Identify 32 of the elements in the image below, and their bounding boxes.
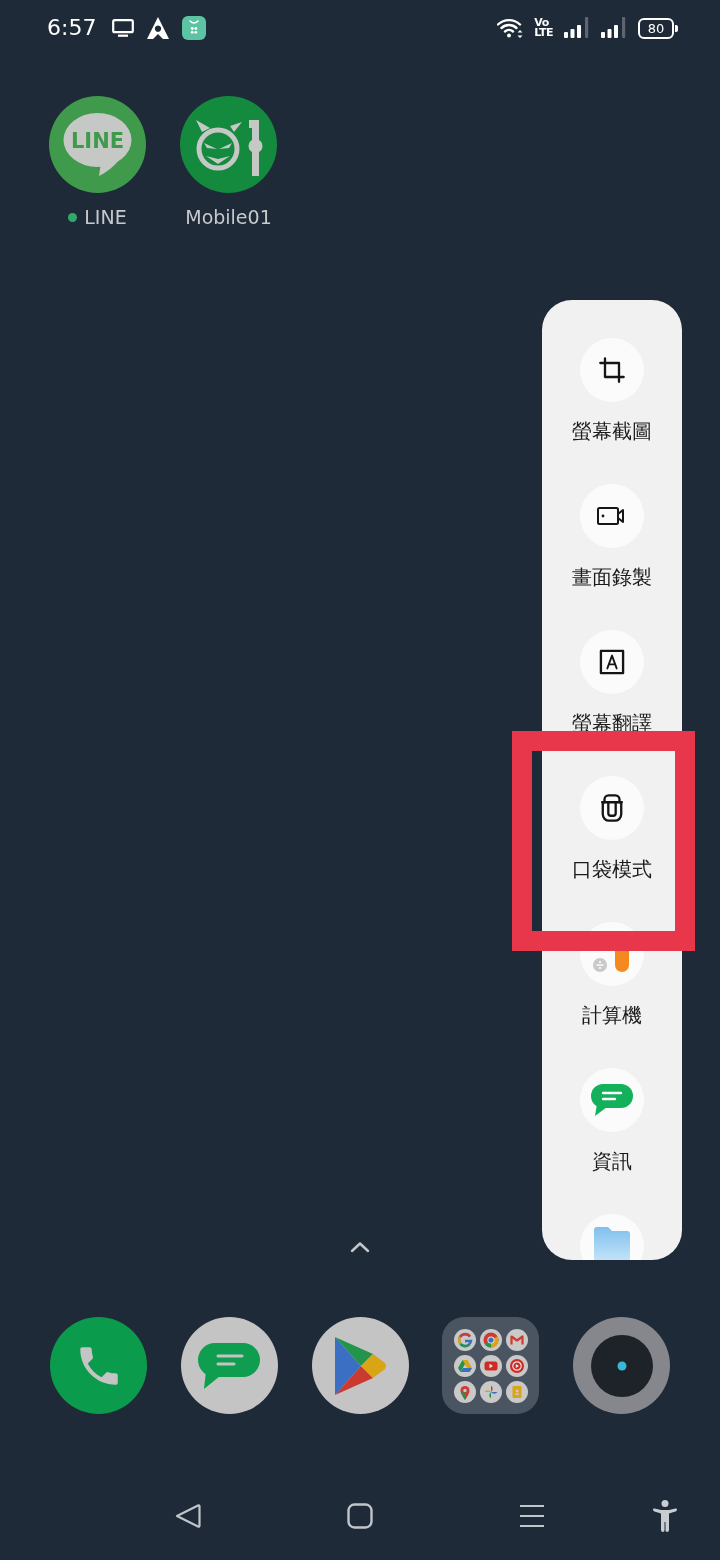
accessibility-icon[interactable] [652,1500,678,1532]
panel-item[interactable]: 螢幕截圖 [572,338,652,444]
pinwheel-icon [479,1380,502,1403]
signal-icon [564,17,590,39]
app-shortcut[interactable]: LINE LINE [49,96,146,229]
mail-icon [505,1328,528,1351]
clock-time: 6:57 [47,15,97,41]
volte-label: Vo LTE [534,18,553,38]
robot-face-logo-icon [180,96,277,193]
triangle-logo-icon [146,16,171,40]
video-play-icon [479,1354,502,1377]
g-logo-icon [453,1328,476,1351]
app-shortcut[interactable]: Mobile01 [180,96,277,229]
panel-item[interactable]: 計算機 [580,922,644,1028]
app-notification-icon [182,16,207,40]
music-play-icon [505,1354,528,1377]
wifi-icon [497,18,524,38]
home-icon[interactable] [347,1503,373,1529]
app-folder[interactable] [442,1317,540,1414]
menu-icon[interactable] [519,1503,545,1529]
ring-icon [479,1328,502,1351]
panel-item[interactable]: 口袋模式 [572,776,652,882]
map-pin-icon [453,1380,476,1403]
panel-item[interactable]: 畫面錄製 [572,484,652,590]
back-icon[interactable] [174,1502,202,1530]
signal-icon [601,17,627,39]
monitor-icon [112,19,135,37]
panel-item[interactable]: 資訊 [580,1068,644,1174]
logo-text: LINE [70,129,125,153]
chevron-up-icon[interactable] [350,1241,370,1253]
battery-indicator: 80 [638,17,678,39]
document-icon [505,1380,528,1403]
